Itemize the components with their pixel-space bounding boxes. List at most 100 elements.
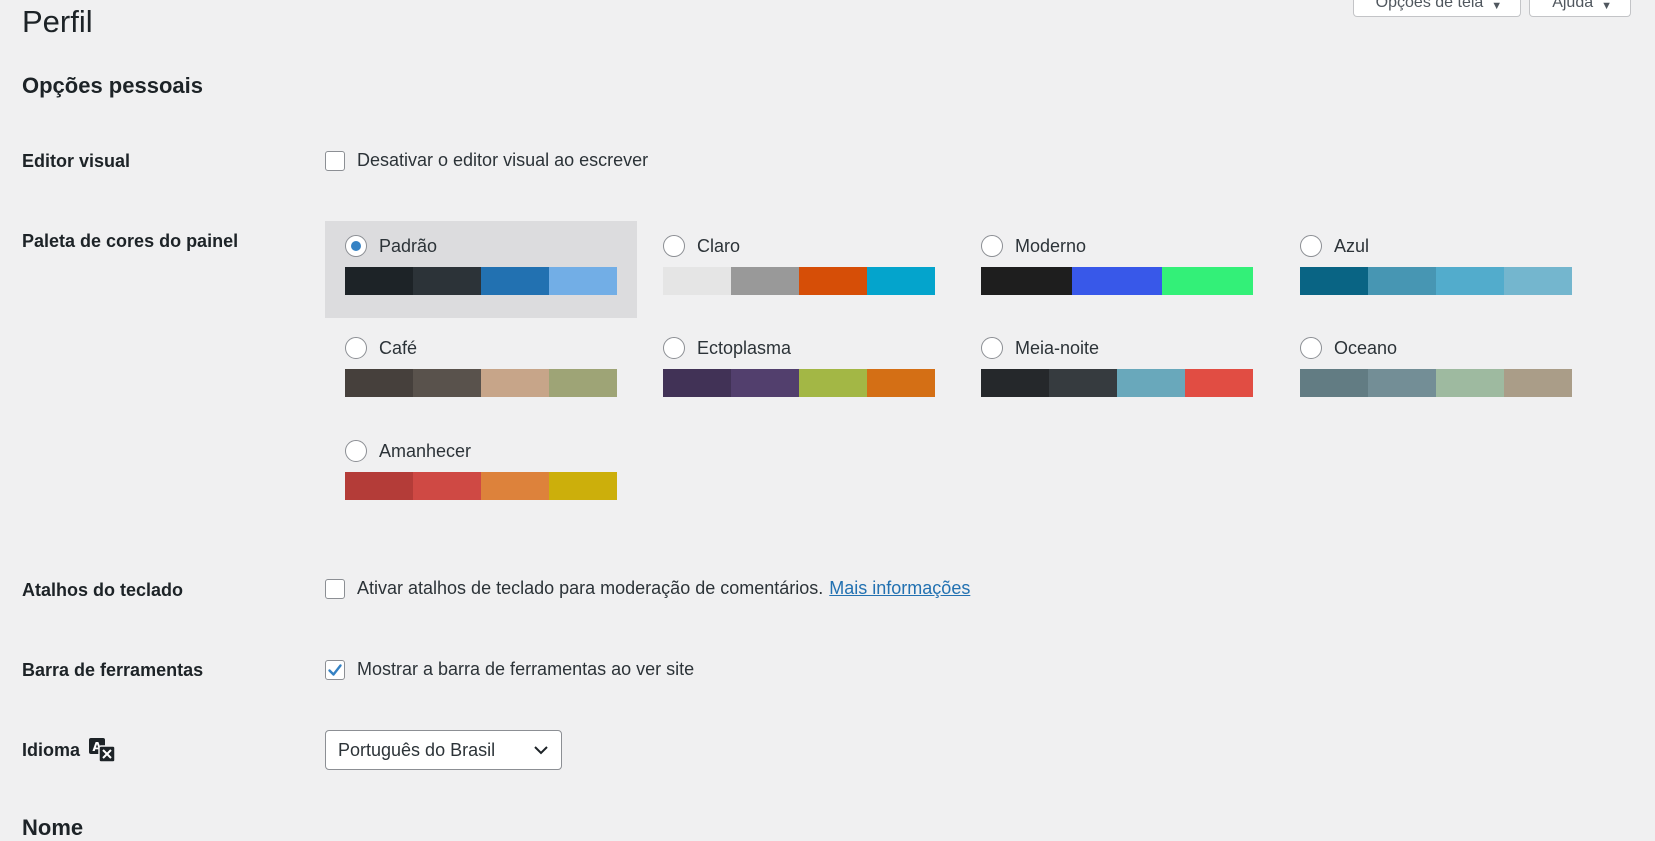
page-title: Perfil: [22, 4, 93, 39]
checkmark-icon: [328, 663, 342, 676]
keyboard-shortcuts-checkbox[interactable]: [325, 578, 345, 599]
screen-options-button[interactable]: Opções de tela ▼: [1352, 0, 1522, 17]
color-swatch: [549, 369, 617, 397]
color-scheme-option[interactable]: Meia-noite: [961, 323, 1273, 420]
color-scheme-name: Moderno: [1015, 235, 1087, 256]
color-swatch: [867, 267, 935, 295]
more-info-link[interactable]: Mais informações: [829, 578, 970, 599]
color-scheme-option[interactable]: Claro: [643, 221, 955, 318]
color-scheme-option-header: Claro: [663, 233, 935, 259]
caret-down-icon: ▼: [1601, 0, 1612, 12]
color-swatch: [345, 369, 413, 397]
color-swatch: [799, 267, 867, 295]
toolbar-checkbox[interactable]: [325, 659, 345, 680]
color-swatch: [799, 369, 867, 397]
color-scheme-name: Azul: [1334, 235, 1370, 256]
color-scheme-option-header: Ectoplasma: [663, 335, 935, 361]
color-scheme-option[interactable]: Padrão: [325, 221, 637, 318]
color-swatches: [663, 369, 935, 397]
color-swatch: [867, 369, 935, 397]
visual-editor-checkbox[interactable]: [325, 150, 345, 171]
color-swatches: [663, 267, 935, 295]
color-scheme-radio[interactable]: [663, 235, 685, 257]
color-swatch: [413, 369, 481, 397]
color-swatch: [1504, 369, 1572, 397]
color-swatch: [1368, 267, 1436, 295]
color-swatch: [345, 472, 413, 500]
color-scheme-option-header: Meia-noite: [981, 335, 1253, 361]
language-select-value: Português do Brasil: [338, 739, 496, 760]
color-swatch: [1049, 369, 1117, 397]
screen-options-label: Opções de tela: [1375, 0, 1484, 11]
color-scheme-option-header: Azul: [1300, 233, 1572, 259]
language-label: Idioma: [22, 739, 81, 760]
color-swatches: [345, 472, 617, 500]
visual-editor-label: Editor visual: [22, 151, 131, 171]
keyboard-shortcuts-option: Ativar atalhos de teclado para moderação…: [325, 578, 970, 599]
name-section-title: Nome: [22, 815, 84, 840]
color-scheme-radio[interactable]: [981, 235, 1003, 257]
color-scheme-name: Café: [379, 337, 418, 358]
color-scheme-option-header: Moderno: [981, 233, 1253, 259]
toolbar-label: Barra de ferramentas: [22, 660, 204, 680]
color-scheme-radio[interactable]: [345, 235, 367, 257]
color-scheme-label: Paleta de cores do painel: [22, 231, 239, 251]
color-swatch: [1185, 369, 1253, 397]
visual-editor-checkbox-label: Desativar o editor visual ao escrever: [357, 150, 649, 170]
color-swatch: [1368, 369, 1436, 397]
chevron-down-icon: [534, 746, 548, 755]
color-swatch: [345, 267, 413, 295]
color-swatch: [1504, 267, 1572, 295]
color-swatch: [663, 267, 731, 295]
radio-selected-dot: [351, 241, 361, 251]
screen-meta-links: Opções de tela ▼ Ajuda ▼: [1352, 0, 1631, 17]
color-scheme-name: Amanhecer: [379, 440, 472, 461]
color-scheme-name: Meia-noite: [1015, 337, 1100, 358]
color-scheme-option[interactable]: Moderno: [961, 221, 1273, 318]
color-scheme-option[interactable]: Café: [325, 323, 637, 420]
color-swatch: [413, 472, 481, 500]
color-swatches: [981, 267, 1254, 295]
toolbar-option[interactable]: Mostrar a barra de ferramentas ao ver si…: [325, 659, 694, 680]
color-scheme-option[interactable]: Amanhecer: [325, 426, 637, 523]
color-swatch: [1071, 267, 1163, 295]
help-button[interactable]: Ajuda ▼: [1529, 0, 1631, 17]
color-swatches: [345, 267, 617, 295]
color-scheme-name: Padrão: [379, 235, 438, 256]
color-scheme-option-header: Oceano: [1300, 335, 1572, 361]
color-swatches: [981, 369, 1253, 397]
color-scheme-option[interactable]: Ectoplasma: [643, 323, 955, 420]
color-swatch: [731, 267, 799, 295]
color-scheme-name: Claro: [697, 235, 741, 256]
caret-down-icon: ▼: [1491, 0, 1503, 12]
color-scheme-radio[interactable]: [1300, 235, 1322, 257]
color-scheme-radio[interactable]: [345, 440, 367, 462]
keyboard-shortcuts-label: Atalhos do teclado: [22, 580, 184, 600]
color-swatch: [1300, 267, 1368, 295]
color-swatch: [1162, 267, 1254, 295]
color-swatch: [663, 369, 731, 397]
visual-editor-option[interactable]: Desativar o editor visual ao escrever: [325, 150, 648, 171]
color-swatch: [481, 472, 549, 500]
section-title: Opções pessoais: [22, 73, 203, 98]
toolbar-checkbox-label: Mostrar a barra de ferramentas ao ver si…: [357, 659, 695, 679]
color-scheme-radio[interactable]: [1300, 337, 1322, 359]
translation-icon: A: [89, 738, 116, 763]
language-select[interactable]: Português do Brasil: [325, 730, 562, 770]
color-swatch: [481, 267, 549, 295]
language-label-row: Idioma A: [22, 737, 116, 763]
color-scheme-radio[interactable]: [663, 337, 685, 359]
color-scheme-option-header: Padrão: [345, 233, 617, 259]
keyboard-shortcuts-checkbox-label: Ativar atalhos de teclado para moderação…: [357, 578, 824, 598]
color-swatch: [731, 369, 799, 397]
color-scheme-option[interactable]: Azul: [1280, 221, 1592, 318]
color-scheme-option[interactable]: Oceano: [1280, 323, 1592, 420]
color-swatch: [1117, 369, 1185, 397]
color-scheme-radio[interactable]: [981, 337, 1003, 359]
color-swatch: [981, 369, 1049, 397]
color-scheme-radio[interactable]: [345, 337, 367, 359]
color-swatch: [549, 267, 617, 295]
color-swatch: [1300, 369, 1368, 397]
color-scheme-name: Oceano: [1334, 337, 1398, 358]
color-scheme-option-header: Amanhecer: [345, 438, 617, 464]
